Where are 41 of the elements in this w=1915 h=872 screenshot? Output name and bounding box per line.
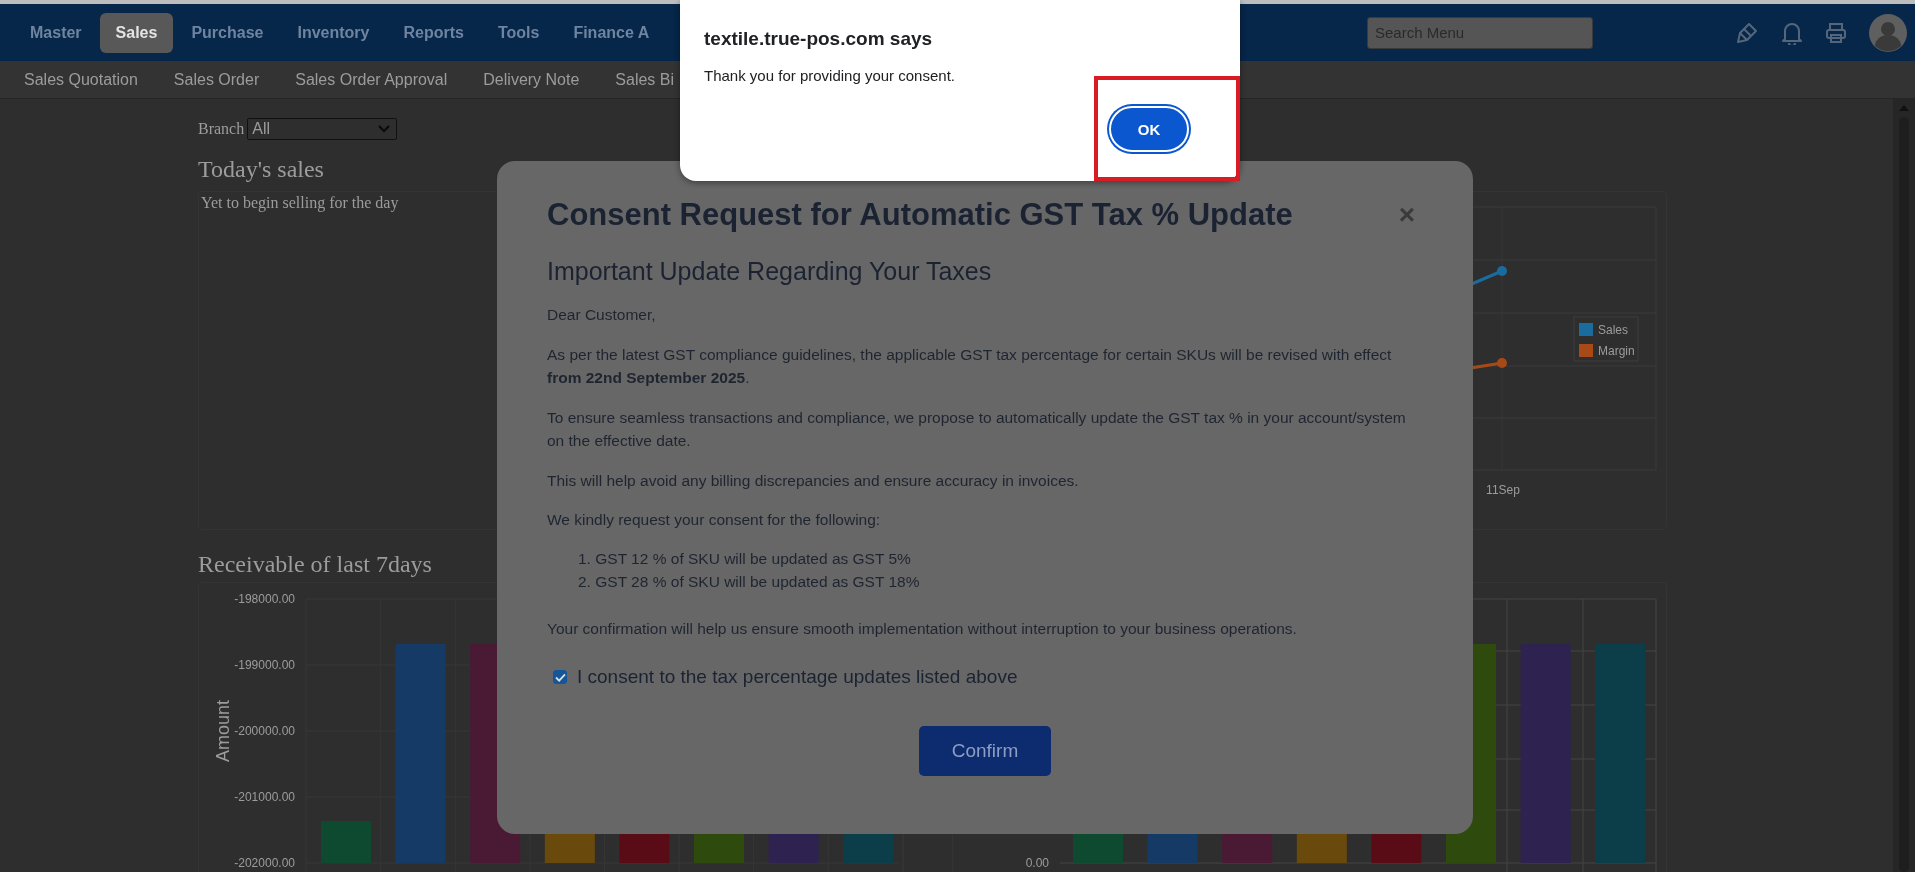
axis-tick-label: 0.00 xyxy=(1025,856,1049,870)
dialog-title: Consent Request for Automatic GST Tax % Update xyxy=(547,197,1293,233)
axis-label: 11Sep xyxy=(1486,483,1520,497)
section-title: Today's sales xyxy=(198,156,324,183)
nav-menu-item[interactable]: Finance A xyxy=(557,12,666,53)
axis-title: Amount xyxy=(213,700,233,762)
axis-tick-label: -199000.00 xyxy=(234,658,295,672)
paragraph: As per the latest GST compliance guidelines, the applicable GST tax percentage for certain SKUs will be revised with effect from 22nd September 2025. xyxy=(547,344,1393,388)
nav-menu-item[interactable]: Purchase xyxy=(175,12,280,53)
list-item: 2. GST 28 % of SKU will be updated as GST 18% xyxy=(578,571,921,592)
paragraph: Dear Customer, xyxy=(547,305,657,325)
alert-title: textile.true-pos.com says xyxy=(704,28,934,50)
empty-message: Yet to begin selling for the day xyxy=(201,194,399,212)
submenu-link[interactable]: Delivery Note xyxy=(465,70,598,89)
branch-label: Branch xyxy=(198,120,245,138)
ok-button[interactable]: OK xyxy=(1109,106,1189,152)
legend-label: Margin xyxy=(1598,344,1635,358)
nav-menu-item[interactable]: Sales xyxy=(99,12,174,53)
legend-label: Sales xyxy=(1598,323,1629,337)
submenu-link[interactable]: Sales Order Approval xyxy=(277,70,466,89)
nav-menu-item[interactable]: Inventory xyxy=(281,12,386,53)
section-title: Receivable of last 7days xyxy=(198,551,432,578)
paragraph: Your confirmation will help us ensure smooth implementation without interruption to your business operations. xyxy=(547,618,1298,639)
list-item: 1. GST 12 % of SKU will be updated as GST 5% xyxy=(578,548,912,569)
axis-tick-label: -198000.00 xyxy=(234,592,295,606)
paragraph: To ensure seamless transactions and compliance, we propose to automatically update the GST tax % in your account/system on the effective date. xyxy=(547,407,1407,451)
paragraph: We kindly request your consent for the following: xyxy=(547,510,882,530)
alert-message: Thank you for providing your consent. xyxy=(704,67,956,84)
nav-menu-item[interactable]: Reports xyxy=(387,12,480,53)
confirm-button[interactable]: Confirm xyxy=(919,726,1051,776)
dialog-heading: Important Update Regarding Your Taxes xyxy=(547,257,993,286)
axis-tick-label: -202000.00 xyxy=(234,856,295,870)
submenu-link[interactable]: Sales Quotation xyxy=(6,70,156,89)
submenu-link[interactable]: Sales Order xyxy=(155,70,278,89)
nav-menu-item[interactable]: Tools xyxy=(481,12,556,53)
paragraph: This will help avoid any billing discrepancies and ensure accuracy in invoices. xyxy=(547,470,1080,491)
axis-tick-label: -201000.00 xyxy=(234,790,295,804)
axis-tick-label: -200000.00 xyxy=(234,724,295,738)
checkbox-label: I consent to the tax percentage updates listed above xyxy=(577,666,1018,688)
branch-select[interactable]: All xyxy=(247,118,398,140)
nav-menu-item[interactable]: Master xyxy=(14,12,98,53)
